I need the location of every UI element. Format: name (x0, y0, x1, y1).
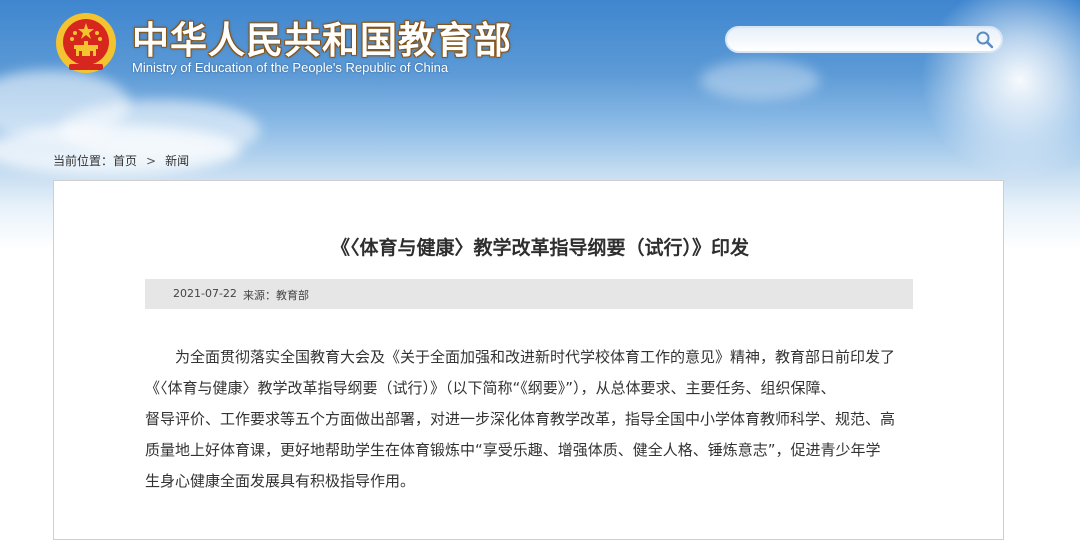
breadcrumb-current[interactable]: 新闻 (165, 152, 189, 169)
article-paragraph-line: 生身心健康全面发展具有积极指导作用。 (145, 472, 416, 490)
breadcrumb: 当前位置：首页 > 新闻 (53, 152, 189, 169)
breadcrumb-separator: > (146, 154, 157, 168)
article-paragraph-line: 为全面贯彻落实全国教育大会及《关于全面加强和改进新时代学校体育工作的意见》精神，… (175, 348, 896, 366)
search-box[interactable] (725, 26, 1003, 53)
article-paragraph-line: 质量地上好体育课，更好地帮助学生在体育锻炼中“享受乐趣、增强体质、健全人格、锤炼… (145, 441, 881, 459)
cloud-decoration (700, 60, 820, 100)
article-source: 来源：教育部 (243, 289, 309, 302)
search-icon[interactable] (975, 30, 995, 50)
site-subtitle: Ministry of Education of the People's Re… (132, 60, 449, 75)
search-input[interactable] (737, 31, 971, 51)
article-date: 2021-07-22 (173, 287, 237, 300)
site-title[interactable]: 中华人民共和国教育部 (132, 10, 512, 64)
article-paragraph-line: 督导评价、工作要求等五个方面做出部署，对进一步深化体育教学改革，指导全国中小学体… (145, 410, 896, 428)
article-paragraph-line: 《〈体育与健康〉教学改革指导纲要（试行）》（以下简称“《纲要》”），从总体要求、… (145, 379, 836, 397)
article-meta-bar: 2021-07-22 来源：教育部 (145, 279, 913, 309)
article-title: 《〈体育与健康〉教学改革指导纲要（试行）》印发 (330, 237, 749, 259)
breadcrumb-home-link[interactable]: 首页 (113, 152, 137, 169)
national-emblem-icon (56, 13, 116, 73)
breadcrumb-prefix: 当前位置： (53, 154, 114, 168)
